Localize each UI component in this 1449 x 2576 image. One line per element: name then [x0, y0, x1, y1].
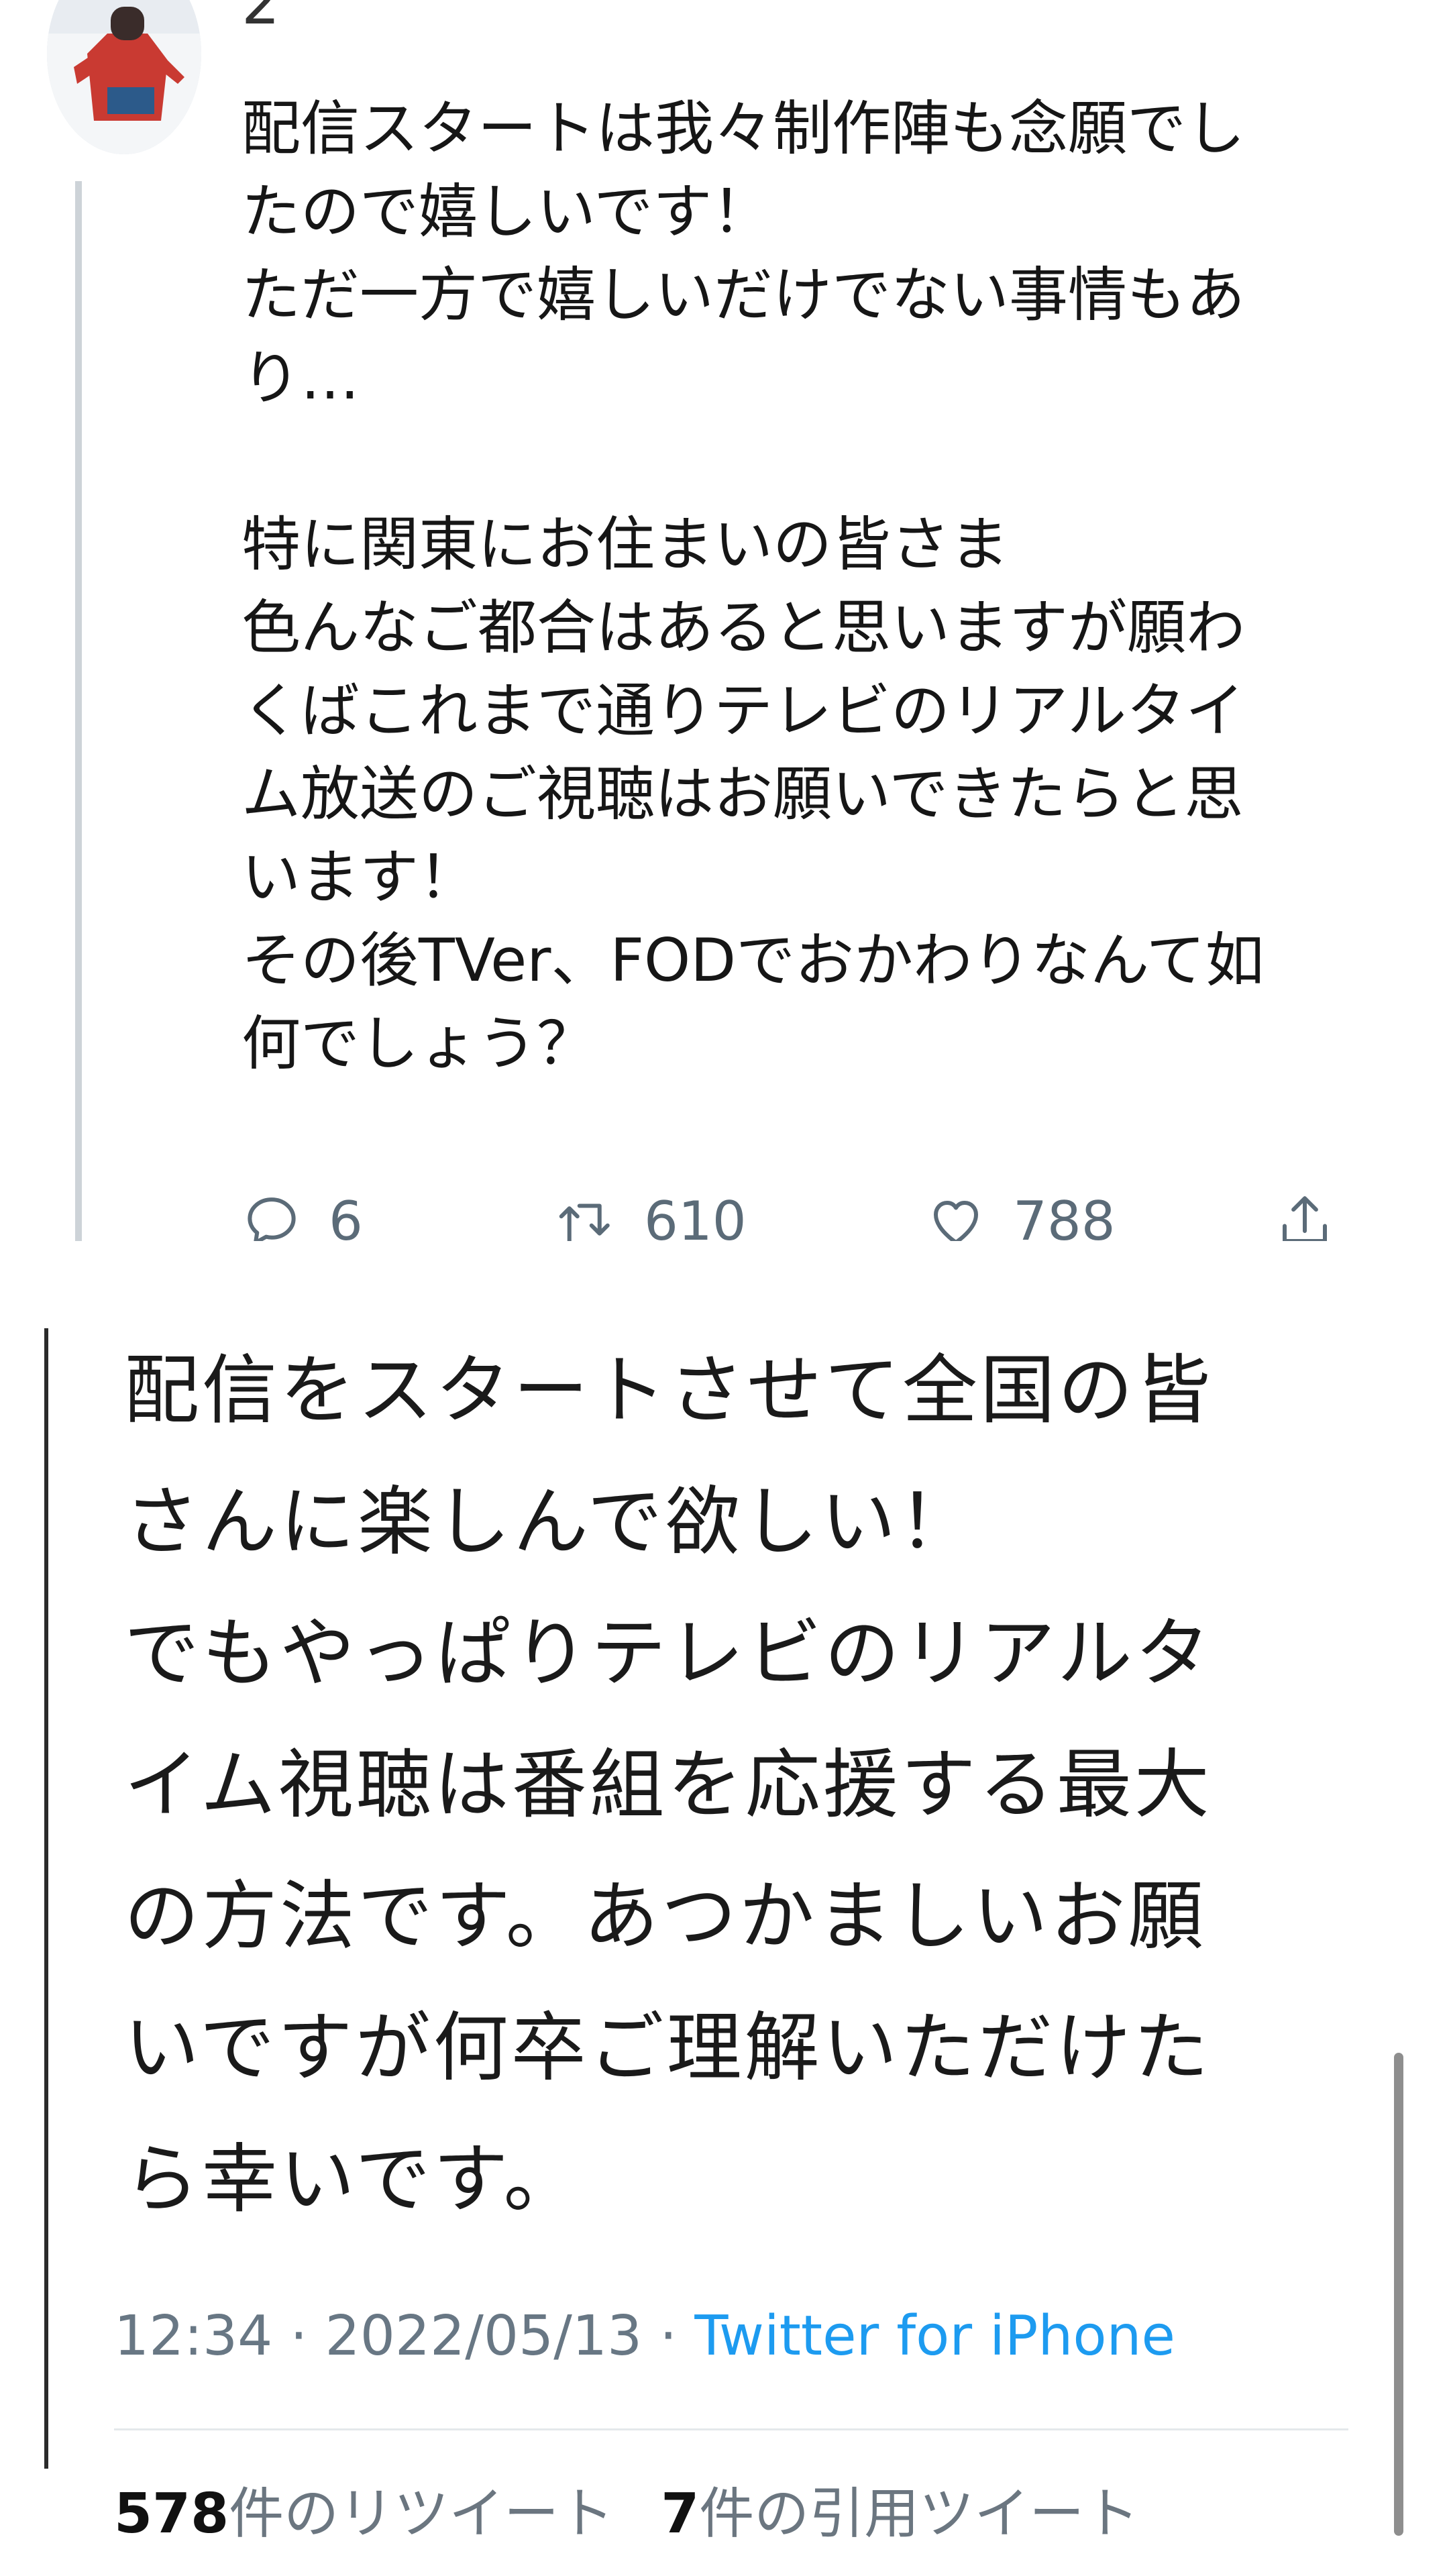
avatar-image — [47, 0, 201, 154]
meta-separator: · — [290, 2304, 308, 2368]
tweet-stats: 578件のリツイート 7件の引用ツイート — [114, 2469, 1139, 2548]
quote-total-label: 件の引用ツイート — [699, 2482, 1140, 2546]
retweet-total: 578 — [114, 2482, 229, 2546]
main-text-line: イム視聴は番組を応援する最大 — [124, 1741, 1212, 1829]
retweet-button[interactable]: 610 — [557, 1187, 747, 1241]
meta-separator: · — [659, 2304, 678, 2368]
reply-button[interactable]: 6 — [241, 1187, 363, 1241]
reply-icon — [248, 1197, 296, 1241]
scrollbar[interactable] — [1394, 2053, 1403, 2536]
reply-text-line: います！ — [241, 843, 478, 912]
reply-text-line: り… — [241, 343, 360, 413]
reply-paragraph: 配信スタートは我々制作陣も念願でし たので嬉しいです！ ただ一方で嬉しいだけでな… — [241, 87, 1382, 420]
share-button[interactable] — [1275, 1187, 1335, 1241]
reply-text-line: ム放送のご視聴はお願いできたらと思 — [241, 759, 1244, 828]
quotes-stat[interactable]: 7件の引用ツイート — [661, 2482, 1139, 2546]
reply-text-line: たので嬉しいです！ — [241, 177, 771, 246]
like-button[interactable]: 788 — [926, 1187, 1116, 1241]
tweet-metadata: 12:34 · 2022/05/13 · Twitter for iPhone — [114, 2304, 1175, 2368]
main-tweet-text: 配信をスタートさせて全国の皆 さんに楽しんで欲しい！ でもやっぱりテレビのリアル… — [124, 1325, 1399, 2245]
reply-text-line: 配信スタートは我々制作陣も念願でし — [241, 94, 1246, 163]
reply-count: 6 — [329, 1189, 363, 1242]
reply-text-line: 色んなご都合はあると思いますが願わ — [241, 593, 1246, 662]
main-text-line: さんに楽しんで欲しい！ — [124, 1479, 977, 1566]
thread-number-text: 2 — [241, 0, 280, 38]
like-count: 788 — [1013, 1189, 1116, 1242]
main-text-line: 配信をスタートさせて全国の皆 — [124, 1347, 1214, 1434]
main-text-line: の方法です。あつかましいお願 — [124, 1873, 1206, 1960]
reply-paragraph: 特に関東にお住まいの皆さま 色んなご都合はあると思いますが願わ くばこれまで通り… — [241, 503, 1382, 1085]
reply-text-line: 特に関東にお住まいの皆さま — [241, 510, 1010, 579]
tweet-time[interactable]: 12:34 — [114, 2304, 272, 2368]
retweets-stat[interactable]: 578件のリツイート — [114, 2482, 614, 2546]
retweet-icon — [559, 1203, 610, 1241]
tweet-source-link[interactable]: Twitter for iPhone — [694, 2304, 1175, 2368]
reply-text-line: くばこれまで通りテレビのリアルタイ — [241, 676, 1245, 745]
divider — [114, 2428, 1348, 2430]
reply-text-line: その後TVer、FODでおかわりなんて如 — [241, 926, 1265, 995]
avatar[interactable] — [47, 0, 201, 154]
retweet-count: 610 — [644, 1189, 747, 1242]
thread-connector-line — [44, 1328, 48, 2469]
share-icon — [1283, 1196, 1327, 1241]
heart-icon — [934, 1201, 978, 1241]
tweet-actions-bar: 6 610 788 — [241, 1187, 1382, 1241]
thread-connector-line — [75, 181, 82, 1241]
reply-text-line: ただ一方で嬉しいだけでない事情もあ — [241, 260, 1246, 329]
reply-text-line: 何でしょう？ — [241, 1009, 596, 1078]
main-text-line: でもやっぱりテレビのリアルタ — [124, 1610, 1213, 1697]
reply-tweet-text: 配信スタートは我々制作陣も念願でし たので嬉しいです！ ただ一方で嬉しいだけでな… — [241, 87, 1382, 1085]
quote-total: 7 — [661, 2482, 700, 2546]
tweet-date[interactable]: 2022/05/13 — [325, 2304, 643, 2368]
retweet-total-label: 件のリツイート — [229, 2482, 614, 2546]
main-text-line: ら幸いです。 — [124, 2136, 582, 2223]
reply-tweet[interactable]: 2 配信スタートは我々制作陣も念願でし たので嬉しいです！ ただ一方で嬉しいだけ… — [0, 0, 1449, 1241]
thread-number: 2 — [241, 0, 280, 34]
main-text-line: いですが何卒ご理解いただけた — [124, 2004, 1212, 2092]
